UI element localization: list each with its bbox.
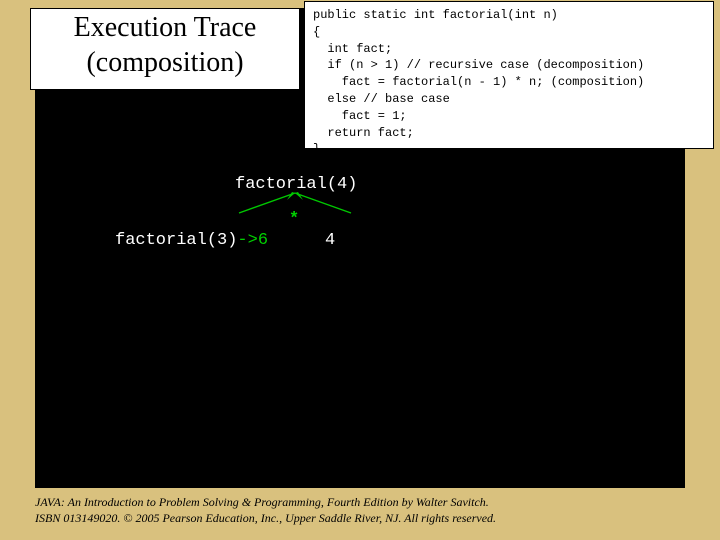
code-snippet: public static int factorial(int n) { int…	[304, 1, 714, 149]
code-l7: fact = 1;	[313, 109, 407, 123]
code-l2: {	[313, 25, 320, 39]
trace-left-child: factorial(3)->6	[115, 231, 268, 250]
footer-citation: JAVA: An Introduction to Problem Solving…	[35, 494, 685, 526]
trace-right-operand: 4	[325, 231, 335, 250]
execution-trace-tree: factorial(4) * factorial(3)->6 4	[35, 175, 685, 475]
footer-book-title: JAVA: An Introduction to Problem Solving…	[35, 495, 321, 509]
trace-left-result: ->6	[237, 231, 268, 250]
title-line-2: (composition)	[31, 45, 299, 80]
footer-line-2: ISBN 013149020. © 2005 Pearson Education…	[35, 510, 685, 526]
footer-line-1: JAVA: An Introduction to Problem Solving…	[35, 494, 685, 510]
code-l4: if (n > 1) // recursive case (decomposit…	[313, 58, 644, 72]
title-line-1: Execution Trace	[31, 10, 299, 45]
trace-operator: *	[289, 210, 299, 229]
slide-title: Execution Trace (composition)	[30, 8, 300, 90]
trace-root-call: factorial(4)	[235, 175, 357, 194]
code-l8: return fact;	[313, 126, 414, 140]
trace-left-call: factorial(3)	[115, 231, 237, 250]
code-l1: public static int factorial(int n)	[313, 8, 558, 22]
code-l9: }	[313, 142, 320, 156]
code-l6: else // base case	[313, 92, 450, 106]
code-l3: int fact;	[313, 42, 392, 56]
code-l5: fact = factorial(n - 1) * n; (compositio…	[313, 75, 644, 89]
footer-author: , Fourth Edition by Walter Savitch.	[321, 495, 489, 509]
